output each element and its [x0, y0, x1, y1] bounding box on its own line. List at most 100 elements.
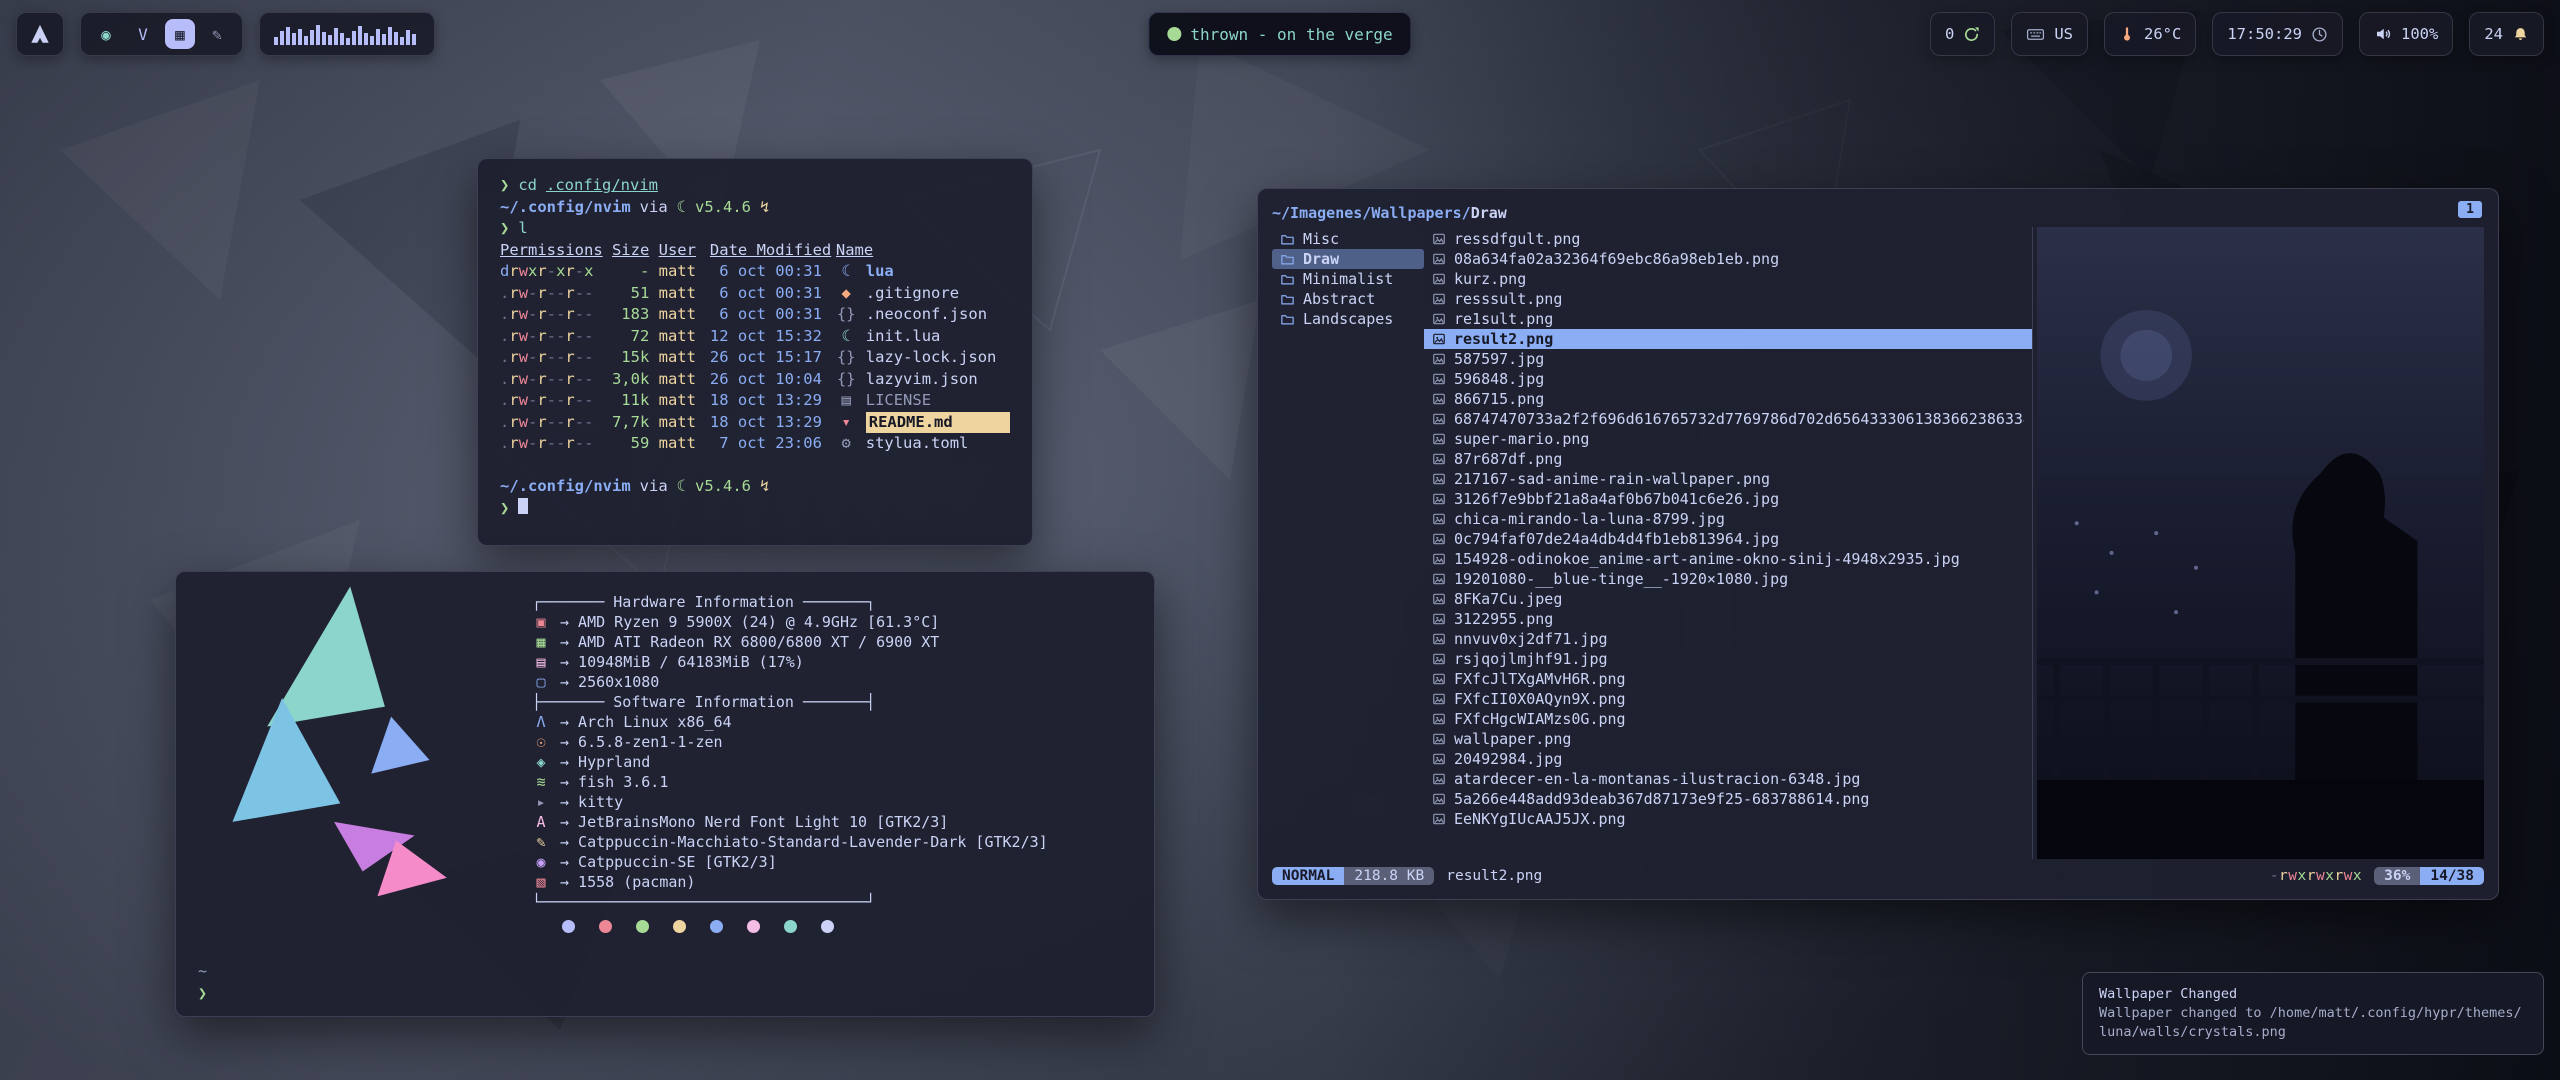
updates-module[interactable]: 0 — [1930, 12, 1995, 56]
workspace-icon[interactable]: ✎ — [202, 19, 232, 49]
temperature-module[interactable]: 26°C — [2104, 12, 2196, 56]
fetch-line-text: → JetBrainsMono Nerd Font Light 10 [GTK2… — [560, 812, 948, 832]
terminal-window-fetch[interactable]: ┌─────── Hardware Information ───────┐ ▣… — [175, 571, 1155, 1017]
file-list-item[interactable]: nnvuv0xj2df71.jpg — [1424, 629, 2032, 649]
image-file-icon — [1432, 772, 1446, 786]
workspace-icon[interactable]: V — [128, 19, 158, 49]
zap-icon: ↯ — [760, 197, 769, 219]
sidebar-directory-item[interactable]: Landscapes — [1272, 309, 1424, 329]
file-name: 08a634fa02a32364f69ebc86a98eb1eb.png — [1454, 250, 1779, 268]
file-list-item[interactable]: chica-mirando-la-luna-8799.jpg — [1424, 509, 2032, 529]
music-title: thrown - on the verge — [1190, 25, 1392, 44]
file-name: .gitignore — [866, 283, 1010, 305]
file-name: stylua.toml — [866, 433, 1010, 455]
sidebar-directory-item[interactable]: Draw — [1272, 249, 1424, 269]
file-list-item[interactable]: FXfcII0X0AQyn9X.png — [1424, 689, 2032, 709]
file-name: FXfcJlTXgAMvH6R.png — [1454, 670, 1626, 688]
file-list-item[interactable]: 68747470733a2f2f696d616765732d7769786d70… — [1424, 409, 2032, 429]
file-list-item[interactable]: 866715.png — [1424, 389, 2032, 409]
file-list-item[interactable]: 19201080-__blue-tinge__-1920×1080.jpg — [1424, 569, 2032, 589]
file-list-item[interactable]: atardecer-en-la-montanas-ilustracion-634… — [1424, 769, 2032, 789]
file-list-item[interactable]: 08a634fa02a32364f69ebc86a98eb1eb.png — [1424, 249, 2032, 269]
shell-command-line: ❯l — [500, 218, 1010, 240]
file-list-item[interactable]: kurz.png — [1424, 269, 2032, 289]
file-name: 596848.jpg — [1454, 370, 1544, 388]
ls-table-header: Permissions Size User Date Modified Name — [500, 240, 1010, 262]
file-list-item[interactable]: resssult.png — [1424, 289, 2032, 309]
fetch-line-text: → 2560x1080 — [560, 672, 659, 692]
file-name: kurz.png — [1454, 270, 1526, 288]
file-list-item[interactable]: 87r687df.png — [1424, 449, 2032, 469]
file-list-item[interactable]: 3122955.png — [1424, 609, 2032, 629]
statusbar-left: NORMAL 218.8 KB result2.png — [1272, 867, 1542, 885]
file-size: 7,7k — [607, 412, 649, 434]
fetch-info-column: ┌─────── Hardware Information ───────┐ ▣… — [532, 592, 1132, 933]
shell-prompt-line[interactable]: ❯ — [500, 498, 1010, 520]
file-manager-window[interactable]: ~/Imagenes/Wallpapers/Draw 1 Misc Draw — [1257, 188, 2499, 900]
image-file-icon — [1432, 532, 1446, 546]
file-list-item[interactable]: 587597.jpg — [1424, 349, 2032, 369]
fetch-info-line: ✎ → Catppuccin-Macchiato-Standard-Lavend… — [532, 832, 1132, 852]
speaker-icon — [2374, 25, 2392, 43]
file-list-item[interactable]: re1sult.png — [1424, 309, 2032, 329]
notification-toast[interactable]: Wallpaper Changed Wallpaper changed to /… — [2082, 972, 2544, 1055]
file-list-item[interactable]: 217167-sad-anime-rain-wallpaper.png — [1424, 469, 2032, 489]
sidebar-directory-item[interactable]: Misc — [1272, 229, 1424, 249]
clock-module[interactable]: 17:50:29 — [2212, 12, 2343, 56]
file-list-item[interactable]: 154928-odinokoe_anime-art-anime-okno-sin… — [1424, 549, 2032, 569]
terminal-window-nvim[interactable]: ❯cd.config/nvim ~/.config/nvimvia☾v5.4.6… — [477, 158, 1033, 546]
image-file-icon — [1432, 332, 1446, 346]
breadcrumb-path: ~/Imagenes/Wallpapers/ — [1272, 204, 1471, 222]
file-list-item[interactable]: 596848.jpg — [1424, 369, 2032, 389]
fetch-line-text: → Hyprland — [560, 752, 650, 772]
file-list-item[interactable]: 0c794faf07de24a4db4d4fb1eb813964.jpg — [1424, 529, 2032, 549]
audio-visualizer[interactable] — [259, 12, 435, 56]
palette-dot — [821, 920, 834, 933]
scroll-percent-badge: 36% — [2374, 867, 2420, 885]
file-owner: matt — [659, 261, 701, 283]
temperature-value: 26°C — [2144, 25, 2181, 43]
keyboard-layout-module[interactable]: US — [2011, 12, 2088, 56]
volume-module[interactable]: 100% — [2359, 12, 2453, 56]
file-list-item[interactable]: EeNKYgIUcAAJ5JX.png — [1424, 809, 2032, 829]
file-manager-header: ~/Imagenes/Wallpapers/Draw 1 — [1272, 199, 2484, 227]
file-list-item[interactable]: 8FKa7Cu.jpeg — [1424, 589, 2032, 609]
file-size: 51 — [607, 283, 649, 305]
file-list-item[interactable]: rsjqojlmjhf91.jpg — [1424, 649, 2032, 669]
fetch-bottom-border: └────────────────────────────────────┘ — [532, 892, 1132, 912]
file-list-item[interactable]: ressdfgult.png — [1424, 229, 2032, 249]
fetch-line-text: → AMD ATI Radeon RX 6800/6800 XT / 6900 … — [560, 632, 939, 652]
topbar-right-group: 0 US 26°C 17:50:29 — [1930, 12, 2544, 56]
directory-name: Misc — [1303, 230, 1339, 248]
media-player-widget[interactable]: thrown - on the verge — [1148, 12, 1411, 56]
file-name: .neoconf.json — [866, 304, 1010, 326]
notifications-module[interactable]: 24 — [2469, 12, 2544, 56]
file-owner: matt — [659, 283, 701, 305]
file-list-item[interactable]: result2.png — [1424, 329, 2032, 349]
shell-prompt-block[interactable]: ~ ❯ — [198, 960, 207, 1004]
file-list-item[interactable]: 20492984.jpg — [1424, 749, 2032, 769]
sidebar-directory-item[interactable]: Minimalist — [1272, 269, 1424, 289]
tab-badge[interactable]: 1 — [2458, 201, 2482, 218]
file-list-item[interactable]: FXfcHgcWIAMzs0G.png — [1424, 709, 2032, 729]
selected-file-name: result2.png — [1446, 868, 1542, 884]
prompt-symbol: ❯ — [500, 218, 509, 240]
ls-file-row: .rw-r--r-- 15k matt 26 oct 15:17 {} lazy… — [500, 347, 1010, 369]
workspace-icon[interactable]: ◉ — [91, 19, 121, 49]
text-cursor[interactable] — [518, 498, 528, 514]
workspace-icon[interactable]: ▦ — [165, 19, 195, 49]
file-list-item[interactable]: 3126f7e9bbf21a8a4af0b67b041c6e26.jpg — [1424, 489, 2032, 509]
shell-command-line: ❯cd.config/nvim — [500, 175, 1010, 197]
file-list-item[interactable]: super-mario.png — [1424, 429, 2032, 449]
launcher-button[interactable] — [16, 12, 64, 56]
directory-name: Abstract — [1303, 290, 1375, 308]
sidebar-directory-item[interactable]: Abstract — [1272, 289, 1424, 309]
folder-icon — [1280, 292, 1295, 307]
file-list-item[interactable]: wallpaper.png — [1424, 729, 2032, 749]
file-list-item[interactable]: FXfcJlTXgAMvH6R.png — [1424, 669, 2032, 689]
file-list-item[interactable]: 5a266e448add93deab367d87173e9f25-6837886… — [1424, 789, 2032, 809]
file-type-icon: {} — [836, 369, 857, 391]
file-name: 0c794faf07de24a4db4d4fb1eb813964.jpg — [1454, 530, 1779, 548]
fetch-line-icon: A — [532, 812, 550, 832]
file-name: 3122955.png — [1454, 610, 1553, 628]
